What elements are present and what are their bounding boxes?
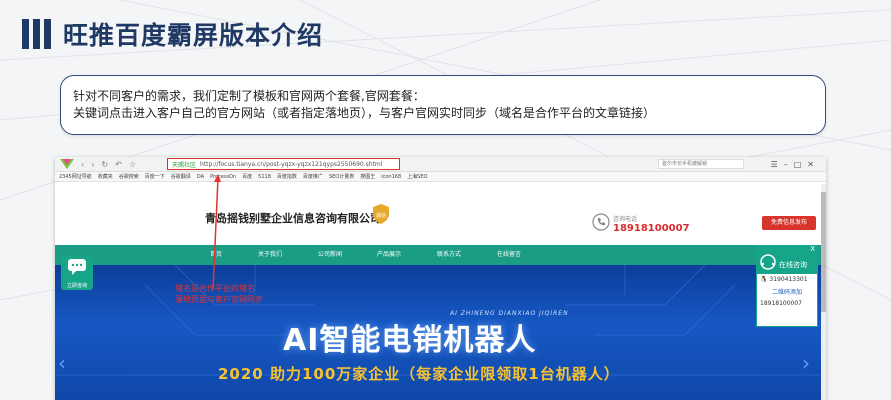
phone-label: 咨询电话 bbox=[613, 216, 638, 223]
nav-item-contact[interactable]: 联系方式 bbox=[437, 245, 461, 265]
title-bars-icon bbox=[22, 19, 51, 49]
online-consult-panel: 在线咨询 X 🐧 3190413301 二维码添加 18918100007 bbox=[756, 245, 818, 327]
phone-block: 咨询电话 18918100007 bbox=[613, 214, 690, 234]
bookmarks-bar: 2345网址导航 收藏夹 谷歌搜索 百度一下 谷歌翻译 OA ProcessOn… bbox=[55, 172, 826, 182]
qr-link[interactable]: 二维码添加 bbox=[757, 285, 817, 298]
bookmark-item[interactable]: 百度指数 bbox=[277, 173, 297, 180]
bookmark-item[interactable]: 搜图王 bbox=[360, 173, 375, 180]
qq-number-text: 3190413301 bbox=[769, 276, 808, 283]
bookmark-item[interactable]: 5118 bbox=[258, 174, 271, 180]
free-publish-button[interactable]: 免费信息发布 bbox=[762, 216, 816, 230]
nav-item-about[interactable]: 关于我们 bbox=[258, 245, 282, 265]
headset-icon bbox=[760, 254, 776, 270]
note-box: 针对不同客户的需求，我们定制了模板和官网两个套餐,官网套餐： 关键词点击进入客户… bbox=[60, 75, 826, 135]
url-bar[interactable]: 天赐社区 http://focus.tianya.cn/post-yqzx-yq… bbox=[167, 158, 400, 170]
browser-logo-icon bbox=[60, 159, 74, 169]
url-prefix: 天赐社区 bbox=[172, 161, 197, 169]
browser-search-input[interactable]: 首尔市长手机被解锁 bbox=[658, 159, 744, 169]
bookmark-item[interactable]: SEO计量表 bbox=[329, 173, 354, 180]
note-line-1: 针对不同客户的需求，我们定制了模板和官网两个套餐,官网套餐： bbox=[73, 89, 425, 103]
hero-slogan: 2020 助力100万家企业（每家企业限领取1台机器人） bbox=[218, 365, 620, 383]
browser-toolbar: ‹ › ↻ ↶ ☆ 天赐社区 http://focus.tianya.cn/po… bbox=[55, 157, 826, 172]
bookmark-item[interactable]: 2345网址导航 bbox=[59, 173, 92, 180]
hero-banner[interactable]: AI ZHINENG DIANXIAO JIQIREN AI智能电销机器人 20… bbox=[55, 265, 826, 400]
online-consult-header[interactable]: 在线咨询 X bbox=[757, 245, 817, 274]
scrollbar[interactable] bbox=[821, 184, 826, 400]
bookmark-item[interactable]: icon168 bbox=[381, 174, 401, 180]
chat-left-button[interactable]: 立即咨询 bbox=[61, 256, 93, 290]
bookmark-item[interactable]: 谷歌搜索 bbox=[119, 173, 139, 180]
forward-icon[interactable]: › bbox=[91, 157, 94, 172]
phone-number: 18918100007 bbox=[613, 223, 690, 234]
slide-title-text: 旺推百度霸屏版本介绍 bbox=[63, 21, 324, 50]
url-text: http://focus.tianya.cn/post-yqzx-yqzx121… bbox=[200, 160, 383, 168]
nav-item-message[interactable]: 在线留言 bbox=[497, 245, 521, 265]
bookmark-item[interactable]: 上海SEO bbox=[407, 173, 427, 180]
annotation-text: 域名是合作平台的域名 落地页面与客户官网同步 bbox=[175, 283, 263, 305]
annotation-line-2: 落地页面与客户官网同步 bbox=[175, 295, 263, 304]
nav-item-news[interactable]: 公司新闻 bbox=[318, 245, 342, 265]
bookmark-item[interactable]: OA bbox=[197, 174, 204, 180]
company-name[interactable]: 青岛摇钱别墅企业信息咨询有限公司 bbox=[205, 210, 381, 226]
note-line-2: 关键词点击进入客户自己的官方网站（或者指定落地页），与客户官网实时同步（域名是合… bbox=[73, 106, 656, 120]
annotation-line-1: 域名是合作平台的域名 bbox=[175, 284, 255, 293]
chat-bubble-icon bbox=[68, 259, 86, 275]
undo-icon[interactable]: ↶ bbox=[115, 157, 122, 172]
star-icon[interactable]: ☆ bbox=[129, 157, 136, 172]
shield-text: 诚信 bbox=[376, 212, 386, 219]
next-slide-icon[interactable]: › bbox=[802, 351, 810, 375]
reload-icon[interactable]: ↻ bbox=[101, 157, 108, 172]
bookmark-item[interactable]: 谷歌翻译 bbox=[171, 173, 191, 180]
slide-title: 旺推百度霸屏版本介绍 bbox=[22, 14, 323, 54]
browser-screenshot: ‹ › ↻ ↶ ☆ 天赐社区 http://focus.tianya.cn/po… bbox=[55, 157, 826, 400]
prev-slide-icon[interactable]: ‹ bbox=[58, 351, 66, 375]
hero-title: AI智能电销机器人 bbox=[283, 323, 537, 358]
chat-phone: 18918100007 bbox=[760, 300, 802, 307]
shield-icon: 诚信 bbox=[373, 204, 389, 224]
phone-icon bbox=[592, 213, 610, 231]
chat-left-label: 立即咨询 bbox=[66, 283, 87, 289]
nav-item-products[interactable]: 产品展示 bbox=[377, 245, 401, 265]
bookmark-item[interactable]: 百度一下 bbox=[145, 173, 165, 180]
bookmark-item[interactable]: 百度推广 bbox=[303, 173, 323, 180]
site-nav: 首页 关于我们 公司新闻 产品展示 联系方式 在线留言 bbox=[55, 245, 826, 265]
close-icon[interactable]: X bbox=[810, 245, 815, 253]
scrollbar-thumb[interactable] bbox=[821, 192, 826, 312]
online-consult-title: 在线咨询 bbox=[779, 261, 807, 269]
site-header: 青岛摇钱别墅企业信息咨询有限公司 诚信 免费信息发布 bbox=[55, 182, 826, 244]
window-controls-icon[interactable]: ☰–□✕ bbox=[771, 157, 820, 172]
qq-number[interactable]: 🐧 3190413301 bbox=[757, 274, 817, 285]
back-icon[interactable]: ‹ bbox=[81, 157, 84, 172]
bookmark-item[interactable]: 收藏夹 bbox=[98, 173, 113, 180]
annotation-arrow bbox=[212, 174, 221, 291]
bookmark-item[interactable]: 百度 bbox=[242, 173, 252, 180]
